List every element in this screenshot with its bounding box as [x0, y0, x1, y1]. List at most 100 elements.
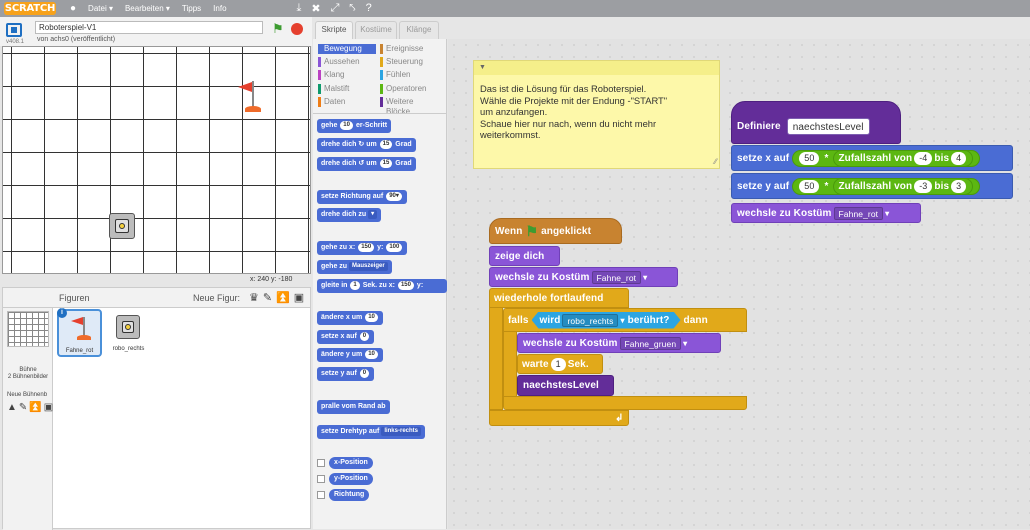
hat-wenn-flagge[interactable]: Wenn ⚑ angeklickt [489, 218, 622, 244]
stage-thumbnail[interactable] [7, 311, 49, 347]
category-fuehlen[interactable]: Fühlen [380, 70, 438, 80]
falls-row: falls wird robo_rechts ▾ berührt? dann [503, 308, 713, 332]
block-drehe-links[interactable]: drehe dich ↺ um 15 Grad [317, 157, 416, 171]
tab-klaenge[interactable]: Klänge [399, 21, 439, 39]
paint-backdrop-icon[interactable]: ✎ [19, 402, 27, 413]
duplicate-icon[interactable]: ⤓ [297, 2, 302, 15]
block-setze-y-zufall[interactable]: setze y auf 50 * Zufallszahl von -3 bis 3 [731, 173, 1013, 199]
camera-icon[interactable]: ▣ [294, 291, 304, 304]
upload-backdrop-icon[interactable]: ⏫ [29, 402, 41, 413]
sprite-card-robo-rechts[interactable]: robo_rechts [106, 309, 151, 357]
block-palette: Bewegung Ereignisse Aussehen Steuerung K… [313, 39, 447, 529]
sprite-library-icon[interactable]: ♛ [249, 291, 259, 304]
block-naechstes-level[interactable]: naechstesLevel [517, 375, 614, 396]
checkbox-x-position[interactable] [317, 459, 325, 467]
category-malstift[interactable]: Malstift [318, 84, 376, 94]
category-steuerung[interactable]: Steuerung [380, 57, 438, 67]
rotate-left-icon: ↺ [358, 160, 365, 167]
project-title-input[interactable]: Roboterspiel-V1 [35, 21, 263, 34]
menu-bearbeiten[interactable]: Bearbeiten ▾ [125, 4, 170, 13]
category-bewegung[interactable]: Bewegung [318, 44, 376, 54]
stage[interactable] [2, 46, 311, 274]
block-setze-x[interactable]: setze x auf 0 [317, 330, 375, 344]
category-weitere-bloecke[interactable]: Weitere Blöcke [380, 97, 438, 116]
define-block[interactable]: Definiere naechstesLevel [731, 101, 901, 144]
block-gleite[interactable]: gleite in 1 Sek. zu x: 150 y: [317, 279, 447, 293]
note-header[interactable] [474, 61, 719, 75]
wiederhole-label: wiederhole fortlaufend [494, 292, 604, 304]
sprite-name: robo_rechts [112, 346, 145, 352]
block-setze-richtung[interactable]: setze Richtung auf 90▾ [317, 190, 407, 204]
stage-column: Bühne 2 Bühnenbilder Neue Bühnenb ▲ ✎ ⏫ … [3, 308, 53, 530]
category-aussehen[interactable]: Aussehen [318, 57, 376, 67]
rotate-right-icon: ↻ [358, 141, 365, 148]
neue-figur-label: Neue Figur: [193, 293, 241, 303]
category-ereignisse[interactable]: Ereignisse [380, 44, 438, 54]
flag-sprite[interactable] [235, 79, 265, 115]
category-operatoren[interactable]: Operatoren [380, 84, 438, 94]
block-wechsle-kostuem-1[interactable]: wechsle zu Kostüm Fahne_rot ▾ [489, 267, 678, 287]
reporter-richtung[interactable]: Richtung [329, 489, 370, 501]
reporter-multiply-y[interactable]: 50 * Zufallszahl von -3 bis 3 [792, 177, 981, 195]
block-gehe-zu-xy[interactable]: gehe zu x: 150 y: 100 [317, 241, 408, 255]
reporter-x-position[interactable]: x-Position [329, 457, 373, 469]
loop-foot [489, 410, 629, 426]
loop-arrow-icon: ↲ [615, 412, 624, 424]
backdrop-library-icon[interactable]: ▲ [7, 402, 17, 413]
delete-icon[interactable]: ✖ [311, 2, 320, 15]
upload-sprite-icon[interactable]: ⏫ [276, 291, 290, 304]
category-klang[interactable]: Klang [318, 70, 376, 80]
block-gehe-zu[interactable]: gehe zu Mauszeiger [317, 260, 392, 274]
reporter-y-position[interactable]: y-Position [329, 473, 373, 485]
grow-icon[interactable]: ⤢ [331, 2, 340, 15]
mouse-coords: x: 240 y: -180 [250, 276, 293, 283]
menu-datei[interactable]: Datei ▾ [88, 4, 113, 13]
help-icon[interactable]: ? [366, 2, 372, 15]
block-setze-x-zufall[interactable]: setze x auf 50 * Zufallszahl von -4 bis 4 [731, 145, 1013, 171]
block-drehe-rechts[interactable]: drehe dich ↻ um 15 Grad [317, 138, 416, 152]
menu-info[interactable]: Info [213, 4, 226, 13]
if-arm [503, 331, 517, 397]
block-setze-y[interactable]: setze y auf 0 [317, 367, 375, 381]
block-aendere-y[interactable]: ändere y um 10 [317, 348, 383, 362]
resize-handle-icon[interactable]: ∕∕ [714, 157, 717, 166]
reporter-zufallszahl-y[interactable]: Zufallszahl von -3 bis 3 [833, 177, 974, 195]
reporter-zufallszahl-x[interactable]: Zufallszahl von -4 bis 4 [833, 149, 974, 167]
menu-tipps[interactable]: Tipps [182, 4, 201, 13]
comment-note[interactable]: ▼ Das ist die Lösung für das Roboterspie… [473, 60, 720, 169]
note-text: Das ist die Lösung für das Roboterspiel.… [480, 83, 668, 140]
block-drehe-zu[interactable]: drehe dich zu ▾ [317, 208, 382, 222]
tab-kostueme[interactable]: Kostüme [355, 21, 397, 39]
scratch-logo[interactable]: SCRATCH [4, 2, 56, 15]
tab-skripte[interactable]: Skripte [315, 21, 353, 39]
block-wechsle-kostuem-2[interactable]: wechsle zu Kostüm Fahne_gruen ▾ [517, 333, 721, 353]
language-globe-icon[interactable]: ● [70, 3, 76, 14]
block-pralle[interactable]: pralle vom Rand ab [317, 400, 390, 414]
paint-sprite-icon[interactable]: ✎ [263, 291, 272, 304]
block-zeige-dich[interactable]: zeige dich [489, 246, 560, 266]
sprites-header: Figuren Neue Figur: ♛ ✎ ⏫ ▣ [3, 288, 310, 308]
robot-sprite[interactable] [109, 213, 135, 239]
fullscreen-icon[interactable] [6, 23, 22, 37]
collapse-arrow-icon[interactable]: ▼ [479, 64, 486, 71]
category-daten[interactable]: Daten [318, 97, 376, 107]
flag-thumbnail [67, 315, 95, 343]
checkbox-y-position[interactable] [317, 475, 325, 483]
reporter-multiply-x[interactable]: 50 * Zufallszahl von -4 bis 4 [792, 149, 981, 167]
new-backdrop-label: Neue Bühnenb [7, 392, 48, 398]
block-gehe[interactable]: gehe 10 er-Schritt [317, 119, 392, 133]
loop-arm [489, 307, 503, 410]
stop-icon[interactable] [291, 23, 303, 35]
shrink-icon[interactable]: ⤣ [349, 2, 355, 15]
backdrop-camera-icon[interactable]: ▣ [44, 402, 53, 413]
info-icon[interactable]: i [57, 308, 67, 318]
block-wechsle-kostuem-3[interactable]: wechsle zu Kostüm Fahne_rot ▾ [731, 203, 921, 223]
checkbox-richtung[interactable] [317, 491, 325, 499]
sprites-pane: Figuren Neue Figur: ♛ ✎ ⏫ ▣ Bühne 2 Bühn… [2, 287, 311, 530]
block-aendere-x[interactable]: ändere x um 10 [317, 311, 383, 325]
block-drehtyp[interactable]: setze Drehtyp auf links-rechts [317, 425, 425, 439]
editor-tabs: Skripte Kostüme Klänge [313, 17, 447, 39]
sprite-card-fahne-rot[interactable]: i Fahne_rot [57, 308, 102, 357]
predicate-beruehrt[interactable]: wird robo_rechts ▾ berührt? [532, 312, 681, 329]
green-flag-icon[interactable]: ⚑ [272, 21, 284, 37]
